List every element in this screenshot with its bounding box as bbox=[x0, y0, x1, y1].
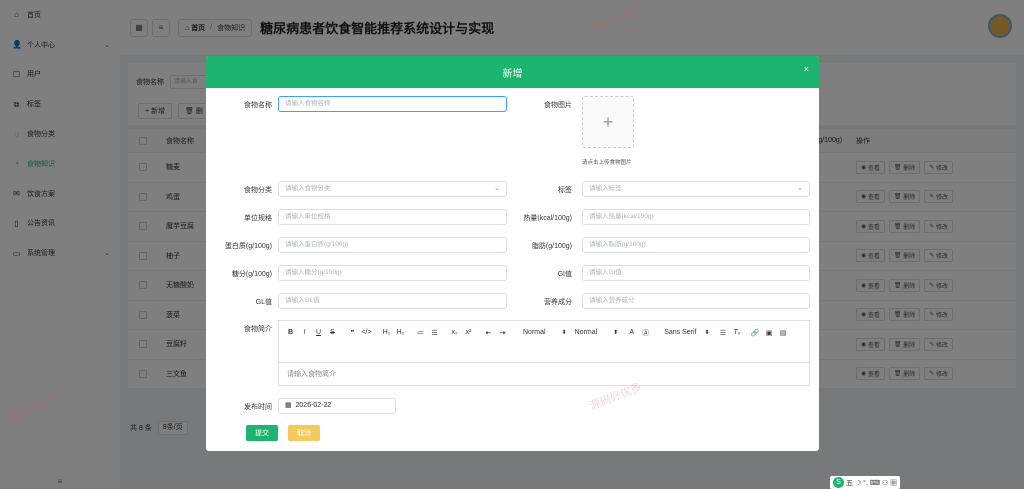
category-placeholder: 请输入食物分类 bbox=[285, 185, 331, 192]
size-select-2[interactable]: Normal ⬍ bbox=[575, 325, 619, 340]
strike-button[interactable]: S bbox=[327, 325, 338, 340]
size-select-1[interactable]: Normal ⬍ bbox=[523, 325, 567, 340]
dialog-header: 新增 × bbox=[206, 56, 819, 88]
food-name-label: 食物名称 bbox=[244, 102, 272, 109]
superscript-button[interactable]: x² bbox=[463, 325, 474, 340]
bullet-list-button[interactable]: ☰ bbox=[429, 325, 440, 340]
header2-button[interactable]: H₂ bbox=[395, 325, 406, 340]
indent-button[interactable]: ⇥ bbox=[497, 325, 508, 340]
size-select-1-value: Normal bbox=[523, 329, 546, 336]
header1-button[interactable]: H₁ bbox=[381, 325, 392, 340]
editor-toolbar: B I U S ❞ </> H₁ H₂ ≔ ☰ x₂ x² ⇤ ⇥ Normal… bbox=[279, 321, 809, 363]
clean-format-button[interactable]: Tₓ bbox=[732, 325, 743, 340]
ordered-list-button[interactable]: ≔ bbox=[415, 325, 426, 340]
ime-logo: S bbox=[833, 477, 844, 488]
date-value: 2026-02-22 bbox=[295, 402, 332, 409]
dialog-body: 食物名称 请输入食物名称 食物图片 + 请点击上传食物图片 食物分类 请输入食物… bbox=[206, 88, 819, 451]
size-select-2-value: Normal bbox=[574, 329, 598, 336]
image-upload[interactable]: + bbox=[582, 96, 634, 148]
calorie-input[interactable]: 请输入热量(kcal/100g) bbox=[582, 209, 810, 225]
font-select[interactable]: Sans Serif ⬍ bbox=[664, 325, 709, 340]
protein-label: 蛋白质(g/100g) bbox=[224, 243, 272, 250]
nutrition-label: 营养成分 bbox=[544, 299, 572, 306]
calorie-label: 热量(kcal/100g) bbox=[523, 215, 572, 222]
outdent-button[interactable]: ⇤ bbox=[483, 325, 494, 340]
dialog-title: 新增 bbox=[502, 68, 523, 80]
upload-tip: 请点击上传食物图片 bbox=[582, 160, 632, 166]
rich-text-editor: B I U S ❞ </> H₁ H₂ ≔ ☰ x₂ x² ⇤ ⇥ Normal… bbox=[278, 320, 810, 386]
food-name-input[interactable]: 请输入食物名称 bbox=[278, 96, 507, 112]
updown-icon: ⬍ bbox=[613, 330, 619, 336]
updown-icon: ⬍ bbox=[561, 330, 567, 336]
sugar-input[interactable]: 请输入糖分(g/100g) bbox=[278, 265, 507, 281]
gi-input[interactable]: 请输入GI值 bbox=[582, 265, 810, 281]
ime-status: 五 ☽ °, ⌨ ⚇ ▦ bbox=[846, 479, 898, 487]
updown-icon: ⬍ bbox=[704, 330, 710, 336]
fat-input[interactable]: 请输入脂肪(g/100g) bbox=[582, 237, 810, 253]
unit-input[interactable]: 请输入单位规格 bbox=[278, 209, 507, 225]
chevron-down-icon: ⌄ bbox=[797, 185, 803, 192]
nutrition-input[interactable]: 请输入营养成分 bbox=[582, 293, 810, 309]
bold-button[interactable]: B bbox=[285, 325, 296, 340]
link-button[interactable]: 🔗 bbox=[750, 325, 761, 340]
intro-label: 食物简介 bbox=[244, 326, 272, 333]
font-select-value: Sans Serif bbox=[664, 329, 697, 336]
tag-select[interactable]: 请输入标签 ⌄ bbox=[582, 181, 810, 197]
plus-icon: + bbox=[602, 111, 614, 132]
subscript-button[interactable]: x₂ bbox=[449, 325, 460, 340]
video-button[interactable]: ▤ bbox=[778, 325, 789, 340]
gi-label: GI值 bbox=[557, 271, 572, 278]
editor-content[interactable]: 请输入食物简介 bbox=[279, 363, 809, 385]
ime-toolbar[interactable]: S 五 ☽ °, ⌨ ⚇ ▦ bbox=[830, 476, 901, 489]
category-label: 食物分类 bbox=[244, 187, 272, 194]
tag-placeholder: 请输入标签 bbox=[589, 185, 622, 192]
image-button[interactable]: ▣ bbox=[764, 325, 775, 340]
gl-label: GL值 bbox=[255, 299, 272, 306]
background-color-button[interactable]: Ⓐ bbox=[640, 325, 651, 340]
code-block-button[interactable]: </> bbox=[361, 325, 372, 340]
italic-button[interactable]: I bbox=[299, 325, 310, 340]
food-image-label: 食物图片 bbox=[544, 102, 572, 109]
underline-button[interactable]: U bbox=[313, 325, 324, 340]
date-label: 发布时间 bbox=[244, 404, 272, 411]
category-select[interactable]: 请输入食物分类 ⌄ bbox=[278, 181, 507, 197]
add-food-dialog: 新增 × 食物名称 请输入食物名称 食物图片 + 请点击上传食物图片 食物分类 … bbox=[206, 56, 819, 451]
protein-input[interactable]: 请输入蛋白质(g/100g) bbox=[278, 237, 507, 253]
fat-label: 脂肪(g/100g) bbox=[531, 243, 572, 250]
chevron-down-icon: ⌄ bbox=[494, 185, 500, 192]
font-color-button[interactable]: A bbox=[626, 325, 637, 340]
gl-input[interactable]: 请输入GL值 bbox=[278, 293, 507, 309]
date-picker[interactable]: ▦ 2026-02-22 bbox=[278, 398, 396, 414]
unit-label: 单位规格 bbox=[244, 215, 272, 222]
calendar-icon: ▦ bbox=[285, 402, 292, 409]
tag-label: 标签 bbox=[558, 187, 572, 194]
blockquote-button[interactable]: ❞ bbox=[347, 325, 358, 340]
sugar-label: 糖分(g/100g) bbox=[231, 271, 272, 278]
submit-button[interactable]: 提交 bbox=[246, 425, 278, 441]
align-button[interactable]: ☰ bbox=[718, 325, 729, 340]
close-icon[interactable]: × bbox=[804, 64, 809, 74]
cancel-button[interactable]: 取消 bbox=[288, 425, 320, 441]
